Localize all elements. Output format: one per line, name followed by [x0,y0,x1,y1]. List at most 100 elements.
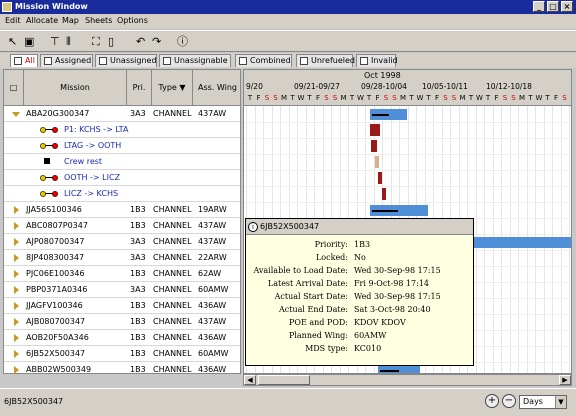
maximize-button[interactable]: □ [547,1,559,12]
tab-combined[interactable]: Combined [235,54,292,67]
table-row[interactable]: AJP080700347 3A3 CHANNEL 437AW [4,234,240,250]
table-row[interactable]: 6JB52X500347 1B3 CHANNEL 60AMW [4,346,240,362]
mission-tooltip: i 6JB52X500347 Priority: 1B3 Locked: No Avai… [245,218,474,366]
expand-icon[interactable] [14,350,19,358]
leg-row[interactable]: LTAG -> OOTH [4,138,240,154]
app-icon [2,2,12,12]
expand-icon[interactable] [14,254,19,262]
gantt-day-label: S [273,94,278,102]
table-row[interactable]: PBP0371A0346 3A3 CHANNEL 60AMW [4,282,240,298]
document-icon[interactable]: ▯ [108,35,114,49]
tab-invalid[interactable]: Invalid [356,54,398,67]
leg-row[interactable]: OOTH -> LICZ [4,170,240,186]
crop-icon[interactable]: ⛶ [92,35,100,49]
menu-allocate[interactable]: Allocate [26,16,58,25]
expand-icon[interactable] [14,366,19,373]
select-frame-icon[interactable]: ▣ [24,35,34,49]
tab-unassignable[interactable]: Unassignable [159,54,231,67]
scroll-left-button[interactable]: ◀ [244,375,256,385]
chevron-down-icon: ▼ [555,396,566,408]
zoom-in-icon[interactable]: + [485,394,499,408]
mission-type: CHANNEL [153,317,192,326]
select-all-column[interactable]: □ [4,70,24,106]
table-row[interactable]: ABA20G300347 3A3 CHANNEL 437AW [4,106,240,122]
zoom-out-icon[interactable]: − [502,394,516,408]
expand-icon[interactable] [14,334,19,342]
table-row[interactable]: AOB20F50A346 1B3 CHANNEL 436AW [4,330,240,346]
expand-icon[interactable] [14,270,19,278]
menu-sheets[interactable]: Sheets [85,16,112,25]
close-button[interactable]: × [561,1,573,12]
mission-id: PBP0371A0346 [26,285,88,294]
table-row[interactable]: ABB02W500349 1B3 CHANNEL 436AW [4,362,240,374]
column-mission[interactable]: Mission [24,70,127,106]
actual-span-marker [380,370,399,372]
tab-unassigned[interactable]: Unassigned [95,54,157,67]
expanded-icon[interactable] [12,112,20,117]
gantt-bar[interactable] [378,172,382,184]
table-row[interactable]: JJAGFV100346 1B3 CHANNEL 436AW [4,298,240,314]
gantt-bar[interactable] [370,124,380,136]
leg-row[interactable]: P1: KCHS -> LTA [4,122,240,138]
expand-icon[interactable] [14,318,19,326]
tooltip-field: Priority: 1B3 [246,239,473,251]
tab-assigned[interactable]: Assigned [40,54,93,67]
minimize-button[interactable]: _ [533,1,545,12]
leg-row[interactable]: Crew rest [4,154,240,170]
menu-map[interactable]: Map [62,16,79,25]
gantt-bar[interactable] [375,156,379,168]
table-row[interactable]: ABC0807P0347 1B3 CHANNEL 437AW [4,218,240,234]
expand-icon[interactable] [14,286,19,294]
leg-label: Crew rest [64,157,103,166]
tab-icon [14,57,22,65]
gantt-day-label: T [468,94,474,102]
expand-icon[interactable] [14,238,19,246]
gantt-day-label: W [476,94,483,102]
expand-icon[interactable] [14,206,19,214]
gantt-scrollbar[interactable]: ◀ ▶ [243,374,572,386]
column-type[interactable]: Type ▼ [152,70,193,106]
zoom-unit-select[interactable]: Days ▼ [519,395,567,409]
column-priority[interactable]: Pri. [127,70,152,106]
filter-tabs: All Assigned Unassigned Unassignable Com… [0,53,576,68]
tooltip-field: MDS type: KC010 [246,343,473,355]
gantt-bar[interactable] [371,140,377,152]
tooltip-title-bar: i 6JB52X500347 [246,219,473,235]
expand-icon[interactable] [14,302,19,310]
leg-row[interactable]: LICZ -> KCHS [4,186,240,202]
priority: 1B3 [130,365,146,374]
mission-id: AJB080700347 [26,317,86,326]
mission-type: CHANNEL [153,221,192,230]
priority: 3A3 [130,285,146,294]
priority: 1B3 [130,349,146,358]
scroll-right-button[interactable]: ▶ [559,375,571,385]
gantt-bar[interactable] [382,188,386,200]
tab-icon [163,57,171,65]
tab-all[interactable]: All [10,54,38,67]
toolbar: ↖ ▣ ⊤ ⦀ ⛶ ▯ ↶ ↷ ⓘ [0,30,576,52]
pointer-icon[interactable]: ↖ [8,35,17,49]
expand-icon[interactable] [14,222,19,230]
grid-row-line [244,122,571,123]
tooltip-field-value: Sat 3-Oct-98 20:40 [354,305,431,314]
tooltip-field-value: Wed 30-Sep-98 17:15 [354,266,441,275]
grid-row-line [244,202,571,203]
redo-icon[interactable]: ↷ [152,35,161,49]
scroll-thumb[interactable] [258,375,310,385]
table-row[interactable]: PJC06E100346 1B3 CHANNEL 62AW [4,266,240,282]
tooltip-field-label: MDS type: [305,344,348,353]
undo-icon[interactable]: ↶ [136,35,145,49]
menu-edit[interactable]: Edit [5,16,21,25]
info-icon[interactable]: ⓘ [177,35,188,49]
mission-type: CHANNEL [153,109,192,118]
tooltip-field-label: Locked: [315,253,348,262]
column-wing[interactable]: Ass. Wing [193,70,240,106]
hammer-icon[interactable]: ⊤ [50,35,60,49]
tab-unrefueled[interactable]: Unrefueled [296,54,355,67]
tooltip-field-label: Actual Start Date: [274,292,348,301]
table-row[interactable]: AJB080700347 1B3 CHANNEL 437AW [4,314,240,330]
table-row[interactable]: JJA56S100346 1B3 CHANNEL 19ARW [4,202,240,218]
columns-icon[interactable]: ⦀ [66,35,71,49]
table-row[interactable]: 8JP408300347 3A3 CHANNEL 22ARW [4,250,240,266]
menu-options[interactable]: Options [117,16,148,25]
